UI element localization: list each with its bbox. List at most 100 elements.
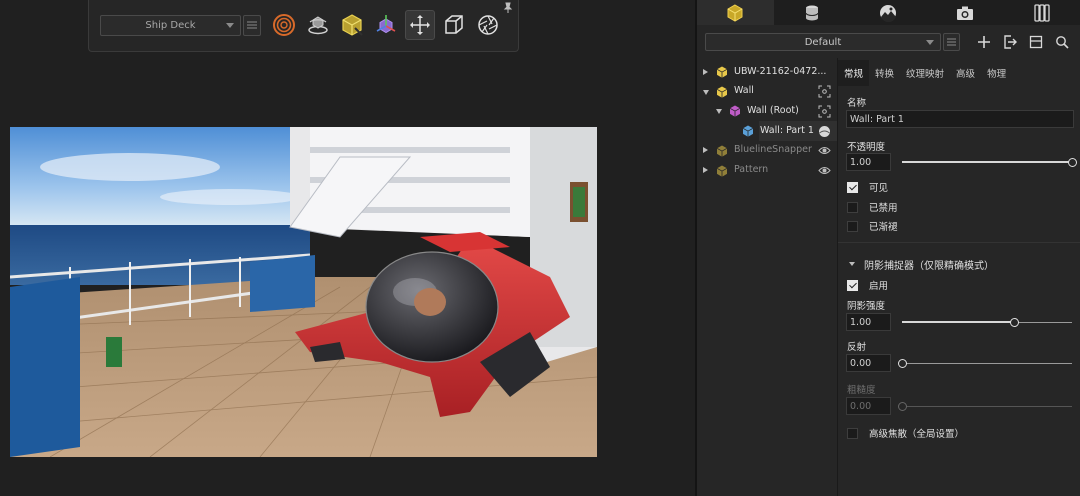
opacity-field[interactable]: 1.00 bbox=[846, 153, 891, 171]
tree-item-label: Pattern bbox=[734, 164, 769, 175]
tree-item[interactable]: BluelineSnapper bbox=[697, 141, 837, 161]
target-icon[interactable] bbox=[818, 105, 831, 118]
tree-item[interactable]: Wall: Part 1 bbox=[742, 121, 837, 142]
move-icon[interactable] bbox=[405, 10, 435, 40]
visible-checkbox[interactable]: 可见 bbox=[847, 180, 888, 194]
shadow-strength-slider-fill bbox=[902, 321, 1015, 323]
tab-advanced[interactable]: 高级 bbox=[950, 60, 981, 86]
environment-icon bbox=[880, 4, 897, 22]
tab-physics[interactable]: 物理 bbox=[981, 60, 1012, 86]
render-viewport[interactable]: Ship Deck bbox=[0, 0, 695, 496]
scene-select[interactable]: Ship Deck bbox=[100, 15, 241, 36]
list-icon bbox=[247, 21, 257, 29]
tab-camera[interactable] bbox=[927, 0, 1004, 25]
scene-list-button[interactable] bbox=[243, 15, 261, 36]
tab-general[interactable]: 常规 bbox=[838, 60, 870, 86]
tree-item[interactable]: Pattern bbox=[697, 161, 837, 181]
cube-icon bbox=[716, 145, 728, 157]
chevron-down-icon bbox=[849, 262, 855, 266]
opacity-slider-fill bbox=[902, 161, 1072, 163]
right-panel: Default UBW-21162-0472... Wall Wall (Root)… bbox=[697, 0, 1080, 496]
disabled-label: 已禁用 bbox=[869, 203, 898, 214]
pin-icon[interactable] bbox=[502, 2, 514, 14]
properties-panel: 常规 转换 纹理映射 高级 物理 名称 Wall: Part 1 不透明度 1.… bbox=[838, 60, 1080, 496]
section-divider bbox=[838, 242, 1080, 243]
tree-item-label: UBW-21162-0472... bbox=[734, 65, 827, 77]
preset-list-button[interactable] bbox=[943, 33, 960, 51]
chevron-down-icon[interactable] bbox=[703, 89, 709, 95]
disabled-checkbox[interactable]: 已禁用 bbox=[847, 200, 898, 214]
chevron-right-icon[interactable] bbox=[703, 167, 708, 173]
chevron-down-icon bbox=[926, 40, 934, 45]
tab-environment[interactable] bbox=[850, 0, 927, 25]
chevron-right-icon[interactable] bbox=[703, 68, 708, 75]
material-ball-icon[interactable] bbox=[818, 125, 831, 138]
shadow-strength-label: 阴影强度 bbox=[847, 301, 886, 312]
target-icon[interactable] bbox=[818, 85, 831, 98]
export-icon[interactable] bbox=[1001, 33, 1019, 51]
tab-models[interactable] bbox=[697, 0, 774, 25]
faded-label: 已渐褪 bbox=[869, 222, 898, 233]
cube-icon bbox=[729, 105, 741, 118]
preset-row: Default bbox=[697, 25, 1080, 58]
enable-checkbox[interactable]: 启用 bbox=[847, 278, 888, 292]
visible-label: 可见 bbox=[869, 183, 889, 194]
reflection-slider[interactable] bbox=[897, 359, 1072, 368]
tree-item-label: Wall (Root) bbox=[747, 104, 799, 116]
add-icon[interactable] bbox=[975, 33, 993, 51]
turntable-icon[interactable] bbox=[303, 10, 333, 40]
shadow-strength-field[interactable]: 1.00 bbox=[846, 313, 891, 331]
caustics-checkbox-box[interactable] bbox=[847, 427, 858, 439]
cube-icon bbox=[716, 86, 728, 98]
chevron-down-icon bbox=[226, 23, 234, 28]
tab-transform[interactable]: 转换 bbox=[869, 60, 900, 86]
box-outline-icon[interactable] bbox=[439, 10, 469, 40]
tab-toolkit[interactable] bbox=[1003, 0, 1080, 25]
reflection-slider-thumb[interactable] bbox=[897, 359, 907, 368]
aperture-icon[interactable] bbox=[473, 10, 503, 40]
model-cube-icon[interactable] bbox=[337, 10, 367, 40]
tree-item[interactable]: UBW-21162-0472... bbox=[697, 62, 837, 82]
target-icon[interactable] bbox=[269, 10, 299, 40]
tree-item[interactable]: Wall (Root) bbox=[697, 101, 837, 121]
eye-icon[interactable] bbox=[818, 164, 831, 177]
enable-checkbox-box[interactable] bbox=[847, 279, 858, 291]
visible-checkbox-box[interactable] bbox=[847, 181, 858, 193]
shadow-strength-slider-thumb[interactable] bbox=[1009, 318, 1019, 327]
reflection-label: 反射 bbox=[847, 342, 867, 353]
layout-icon[interactable] bbox=[1027, 33, 1045, 51]
roughness-label: 粗糙度 bbox=[847, 385, 876, 396]
tab-texture-mapping[interactable]: 纹理映射 bbox=[900, 60, 950, 86]
property-tabs: 常规 转换 纹理映射 高级 物理 bbox=[838, 60, 1080, 86]
caustics-checkbox[interactable]: 高级焦散（全局设置） bbox=[847, 426, 964, 440]
camera-icon bbox=[957, 6, 974, 20]
panel-tabs bbox=[697, 0, 1080, 25]
chevron-right-icon[interactable] bbox=[703, 147, 708, 154]
tree-item-label: Wall: Part 1 bbox=[760, 124, 814, 136]
render-image bbox=[10, 127, 597, 457]
eye-icon[interactable] bbox=[818, 144, 831, 157]
faded-checkbox[interactable]: 已渐褪 bbox=[847, 219, 898, 233]
opacity-slider[interactable] bbox=[902, 158, 1077, 167]
search-icon[interactable] bbox=[1053, 33, 1071, 51]
chevron-down-icon[interactable] bbox=[716, 109, 722, 115]
shadow-strength-slider[interactable] bbox=[902, 318, 1072, 327]
name-field[interactable]: Wall: Part 1 bbox=[846, 110, 1074, 128]
name-label: 名称 bbox=[847, 98, 867, 109]
roughness-field: 0.00 bbox=[846, 397, 891, 415]
disabled-checkbox-box[interactable] bbox=[847, 201, 858, 213]
enable-label: 启用 bbox=[869, 281, 889, 292]
gizmo-axis-icon[interactable] bbox=[371, 10, 401, 40]
reflection-field[interactable]: 0.00 bbox=[846, 354, 891, 372]
viewport-toolbar: Ship Deck bbox=[88, 0, 519, 52]
opacity-slider-thumb[interactable] bbox=[1067, 158, 1077, 167]
tab-materials[interactable] bbox=[774, 0, 851, 25]
roughness-slider-thumb bbox=[897, 402, 907, 411]
roughness-slider bbox=[897, 402, 1072, 411]
cube-icon bbox=[716, 165, 728, 177]
shadow-catcher-section[interactable]: 阴影捕捉器（仅限精确模式） bbox=[848, 257, 994, 272]
preset-select[interactable]: Default bbox=[705, 33, 941, 51]
cube-icon bbox=[716, 66, 728, 78]
tree-item[interactable]: Wall bbox=[697, 82, 837, 102]
faded-checkbox-box[interactable] bbox=[847, 220, 858, 232]
